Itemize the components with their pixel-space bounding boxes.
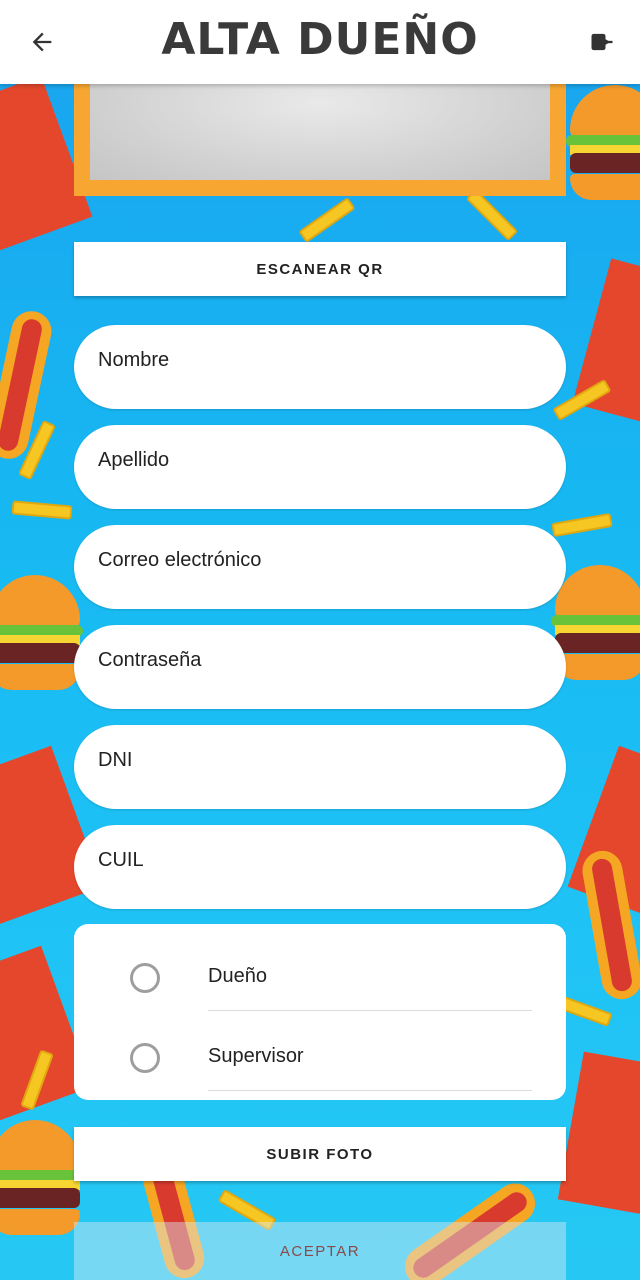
fry-decoration	[298, 197, 356, 243]
nombre-field[interactable]	[74, 325, 566, 409]
email-field[interactable]	[74, 525, 566, 609]
burger-decoration	[0, 575, 84, 695]
burger-decoration	[551, 565, 640, 685]
upload-photo-button[interactable]: SUBIR FOTO	[74, 1127, 566, 1181]
radio-label: Supervisor	[208, 1045, 304, 1067]
logout-icon	[591, 33, 613, 51]
app-header: ALTA DUEÑO	[0, 0, 640, 84]
photo-preview	[90, 84, 550, 180]
fry-decoration	[551, 512, 613, 538]
dni-field[interactable]	[74, 725, 566, 809]
cuil-input[interactable]	[98, 845, 538, 875]
burger-decoration	[0, 1120, 84, 1240]
radio-button[interactable]	[130, 1043, 160, 1073]
page-title: ALTA DUEÑO	[161, 14, 479, 65]
email-input[interactable]	[98, 545, 538, 575]
logout-button[interactable]	[582, 22, 622, 62]
radio-option-dueno[interactable]: Dueño	[74, 931, 566, 1011]
radio-option-supervisor[interactable]: Supervisor	[74, 1011, 566, 1091]
apellido-field[interactable]	[74, 425, 566, 509]
apellido-input[interactable]	[98, 445, 538, 475]
cuil-field[interactable]	[74, 825, 566, 909]
fry-decoration	[465, 188, 519, 242]
role-radio-group: Dueño Supervisor	[74, 924, 566, 1100]
fries-carton-decoration	[557, 1051, 640, 1219]
nombre-input[interactable]	[98, 345, 538, 375]
photo-frame	[74, 84, 566, 196]
radio-button[interactable]	[130, 963, 160, 993]
fry-decoration	[11, 500, 73, 520]
scan-qr-button[interactable]: ESCANEAR QR	[74, 242, 566, 296]
divider	[208, 1090, 532, 1091]
accept-button[interactable]: ACEPTAR	[74, 1222, 566, 1280]
password-field[interactable]	[74, 625, 566, 709]
dni-input[interactable]	[98, 745, 538, 775]
password-input[interactable]	[98, 645, 538, 675]
radio-label: Dueño	[208, 965, 267, 987]
burger-decoration	[566, 85, 640, 205]
